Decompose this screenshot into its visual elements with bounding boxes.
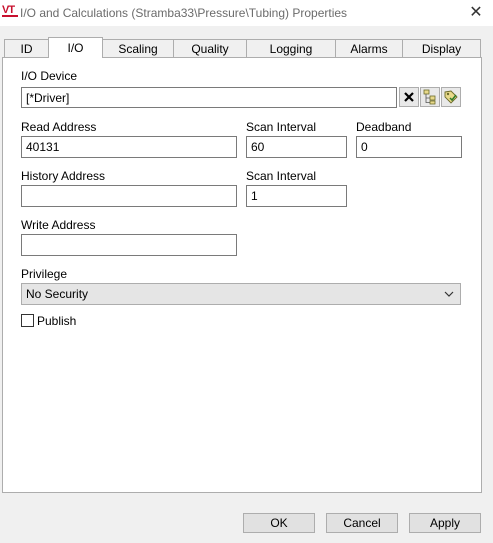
io-device-field[interactable]: [*Driver]: [21, 87, 397, 108]
tab-scaling[interactable]: Scaling: [102, 39, 174, 57]
read-address-field[interactable]: 40131: [21, 136, 237, 158]
history-scan-interval-field[interactable]: 1: [246, 185, 347, 207]
tab-io[interactable]: I/O: [48, 37, 103, 58]
apply-button[interactable]: Apply: [409, 513, 481, 533]
privilege-value: No Security: [26, 287, 89, 301]
tree-browse-icon: [423, 89, 436, 105]
clear-icon: [404, 92, 414, 102]
privilege-label: Privilege: [21, 267, 68, 281]
history-scan-interval-label: Scan Interval: [246, 169, 317, 183]
clear-button[interactable]: [399, 87, 419, 107]
title-bar: VT I/O and Calculations (Stramba33\Press…: [0, 0, 493, 26]
write-address-field[interactable]: [21, 234, 237, 256]
history-address-label: History Address: [21, 169, 106, 183]
browse-tree-button[interactable]: [420, 87, 440, 107]
write-address-label: Write Address: [21, 218, 96, 232]
publish-checkbox[interactable]: [21, 314, 34, 327]
read-address-label: Read Address: [21, 120, 97, 134]
cancel-button[interactable]: Cancel: [326, 513, 398, 533]
privilege-select[interactable]: No Security: [21, 283, 461, 305]
tab-strip: ID I/O Scaling Quality Logging Alarms Di…: [4, 37, 489, 58]
vtscada-logo-icon: VT: [2, 4, 18, 19]
read-scan-interval-field[interactable]: 60: [246, 136, 347, 158]
tag-select-icon: [444, 90, 458, 104]
tab-id[interactable]: ID: [4, 39, 49, 57]
select-tag-button[interactable]: [441, 87, 461, 107]
window-title: I/O and Calculations (Stramba33\Pressure…: [20, 6, 348, 20]
deadband-field[interactable]: 0: [356, 136, 462, 158]
tab-display[interactable]: Display: [402, 39, 481, 57]
publish-label: Publish: [37, 314, 77, 328]
chevron-down-icon: [444, 291, 454, 297]
deadband-label: Deadband: [356, 120, 412, 134]
io-device-label: I/O Device: [21, 69, 78, 83]
tab-logging[interactable]: Logging: [246, 39, 336, 57]
read-scan-interval-label: Scan Interval: [246, 120, 317, 134]
tab-quality[interactable]: Quality: [173, 39, 247, 57]
ok-button[interactable]: OK: [243, 513, 315, 533]
tab-alarms[interactable]: Alarms: [335, 39, 403, 57]
history-address-field[interactable]: [21, 185, 237, 207]
close-icon[interactable]: ✕: [467, 4, 485, 22]
